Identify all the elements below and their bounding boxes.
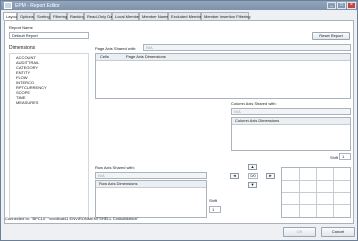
- tab-excluded-members[interactable]: Excluded Members: [168, 12, 205, 20]
- reset-report-button[interactable]: Reset Report: [312, 32, 350, 40]
- row-shift-select[interactable]: 1: [209, 206, 221, 213]
- tab-options[interactable]: Options: [17, 12, 34, 20]
- row-axis-label: Row Axis Shared with:: [95, 165, 135, 170]
- title-bar[interactable]: EPM - Report Editor _ □ ×: [1, 1, 357, 10]
- page-axis-shared-select[interactable]: N/A: [143, 44, 351, 51]
- arrow-left-icon[interactable]: ◄: [230, 173, 239, 179]
- maximize-icon[interactable]: □: [337, 2, 346, 9]
- preview-grid: [281, 167, 351, 218]
- app-icon: [4, 2, 12, 9]
- tab-ranking[interactable]: Ranking: [67, 12, 85, 20]
- column-shift-select[interactable]: 1: [339, 153, 351, 160]
- close-icon[interactable]: ×: [347, 2, 356, 9]
- arrow-down-icon[interactable]: ▼: [248, 182, 257, 188]
- page-axis-dimensions-header: Page Axis Dimensions: [126, 54, 166, 59]
- window-title: EPM - Report Editor: [15, 3, 60, 9]
- report-name-label: Report Name: [9, 25, 33, 30]
- layout-panel: Report Name Default Report Reset Report …: [4, 20, 354, 224]
- tab-member-names[interactable]: Member Names: [139, 12, 170, 20]
- row-shift-label: Shift: [209, 198, 218, 203]
- row-axis-box: Row Axis Dimensions: [95, 180, 207, 218]
- tab-sorting[interactable]: Sorting: [34, 12, 50, 20]
- dimension-item-measures[interactable]: MEASURES: [16, 100, 38, 105]
- grid-line: [299, 168, 300, 217]
- report-editor-window: EPM - Report Editor _ □ × Layout Options…: [0, 0, 358, 241]
- column-axis-header: Column Axis Dimensions: [232, 118, 350, 125]
- tab-filtering[interactable]: Filtering: [50, 12, 67, 20]
- grid-line: [316, 168, 317, 217]
- minimize-icon[interactable]: _: [327, 2, 336, 9]
- row-axis-shared-select[interactable]: N/A: [95, 172, 207, 179]
- column-axis-box: Column Axis Dimensions: [231, 117, 351, 151]
- tab-local-members[interactable]: Local Members: [112, 12, 142, 20]
- cancel-button[interactable]: Cancel: [321, 227, 355, 237]
- nav-position: 0/0: [248, 173, 258, 179]
- ok-button[interactable]: OK: [283, 227, 316, 237]
- grid-line: [333, 168, 334, 217]
- page-axis-box: Cells Page Axis Dimensions: [95, 53, 351, 99]
- column-shift-label: Shift: [330, 155, 339, 160]
- arrow-right-icon[interactable]: ►: [266, 173, 275, 179]
- tab-layout[interactable]: Layout: [3, 12, 18, 20]
- connection-status: Connected to: "BPC10" "xxx/dbat41 ENVIRO…: [5, 216, 139, 221]
- row-axis-header: Row Axis Dimensions: [96, 181, 206, 188]
- tab-strip: Layout Options Sorting Filtering Ranking…: [3, 12, 355, 20]
- dimensions-label: Dimensions: [9, 45, 36, 51]
- column-axis-shared-select[interactable]: N/A: [231, 108, 351, 115]
- tab-member-insertion-filtering[interactable]: Member Insertion Filtering: [201, 12, 250, 20]
- page-axis-cells-header: Cells: [100, 54, 109, 59]
- page-axis-header: Cells Page Axis Dimensions: [96, 54, 350, 61]
- tab-read-only-data[interactable]: Read-Only Data: [84, 12, 116, 20]
- report-name-input[interactable]: Default Report: [9, 32, 89, 39]
- page-axis-label: Page Axis Shared with:: [95, 46, 137, 51]
- dimensions-list: ACCOUNT AUDITTRAIL CATEGORY ENTITY FLOW …: [9, 53, 89, 218]
- arrow-up-icon[interactable]: ▲: [248, 164, 257, 170]
- column-axis-label: Column Axis Shared with:: [231, 101, 277, 106]
